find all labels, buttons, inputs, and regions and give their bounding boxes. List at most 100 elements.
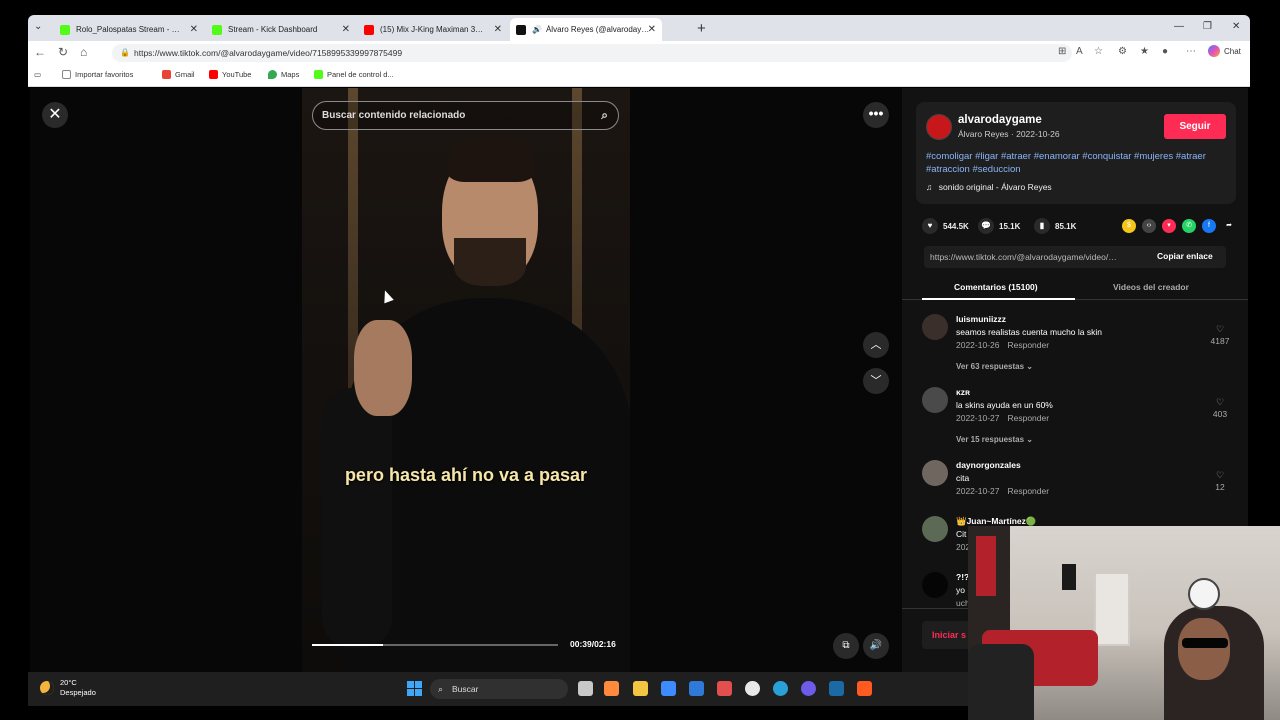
file-explorer-icon[interactable]: [633, 681, 648, 696]
bookmarks-menu-icon[interactable]: ▭: [34, 70, 41, 79]
chat-button[interactable]: Chat: [1208, 45, 1241, 57]
comment-username[interactable]: luismuniizzz: [956, 314, 1006, 324]
tab-youtube[interactable]: (15) Mix J-King Maximan 3 - Jlv - Y ✕: [358, 18, 508, 41]
view-replies-button[interactable]: Ver 15 respuestas ⌄: [956, 435, 1033, 444]
comment-button[interactable]: 💬 15.1K: [978, 218, 1020, 234]
comment-avatar[interactable]: [922, 460, 948, 486]
save-button[interactable]: ▮ 85.1K: [1034, 218, 1076, 234]
bookmark-import[interactable]: Importar favoritos: [62, 70, 133, 79]
task-view-icon[interactable]: [578, 681, 593, 696]
bookmark-label: YouTube: [222, 70, 252, 79]
share-coin-icon[interactable]: $: [1122, 219, 1136, 233]
author-avatar[interactable]: [926, 114, 952, 140]
minimize-icon[interactable]: —: [1174, 21, 1184, 32]
favorite-star-icon[interactable]: ☆: [1094, 46, 1103, 57]
profile-avatar-icon[interactable]: ●: [1162, 46, 1168, 57]
taskbar-search-placeholder: Buscar: [452, 684, 479, 694]
comment-username[interactable]: daynorgonzales: [956, 460, 1021, 470]
floating-player-button[interactable]: ⧉: [833, 633, 859, 659]
weather-widget[interactable]: 20°C Despejado: [40, 678, 96, 698]
whatsapp-icon[interactable]: ✆: [1182, 219, 1196, 233]
video-time: 00:39/02:16: [570, 639, 616, 649]
back-icon[interactable]: ←: [34, 45, 46, 59]
reply-button[interactable]: Responder: [1007, 340, 1049, 350]
extensions-icon[interactable]: ⚙: [1118, 46, 1127, 57]
like-button[interactable]: ♥ 544.5K: [922, 218, 969, 234]
url-text: https://www.tiktok.com/@alvarodaygame/vi…: [134, 48, 403, 58]
author-username[interactable]: alvarodaygame: [958, 114, 1042, 126]
previous-video-button[interactable]: ︿: [863, 332, 889, 358]
panel-tabs: Comentarios (15100) Videos del creador: [902, 276, 1248, 300]
related-search-input[interactable]: Buscar contenido relacionado ⌕: [312, 101, 619, 130]
comment-like-button[interactable]: ♡ 403: [1208, 397, 1232, 419]
reply-button[interactable]: Responder: [1007, 486, 1049, 496]
comment-avatar[interactable]: [922, 314, 948, 340]
tab-close-icon[interactable]: ✕: [648, 24, 656, 35]
copilot-app-icon[interactable]: [604, 681, 619, 696]
tab-list-icon[interactable]: ⌄: [34, 21, 42, 32]
comment-avatar[interactable]: [922, 516, 948, 542]
edge-icon[interactable]: [773, 681, 788, 696]
tab-tiktok[interactable]: 🔊 Álvaro Reyes (@alvarodaygam ✕: [510, 18, 662, 41]
follow-button[interactable]: Seguir: [1164, 114, 1226, 139]
obs-app-icon[interactable]: [857, 681, 872, 696]
facebook-icon[interactable]: f: [1202, 219, 1216, 233]
bookmark-kick-panel[interactable]: Panel de control d...: [314, 70, 394, 79]
comment-like-button[interactable]: ♡ 4187: [1208, 324, 1232, 346]
bookmark-gmail[interactable]: Gmail: [162, 70, 195, 79]
reload-icon[interactable]: ↻: [58, 45, 68, 59]
comment-like-count: 12: [1215, 482, 1225, 492]
window-close-icon[interactable]: ✕: [1232, 21, 1240, 32]
close-video-button[interactable]: ✕: [42, 102, 68, 128]
engagement-stats: ♥ 544.5K 💬 15.1K ▮ 85.1K $ ‹› ▾ ✆ f ➦: [922, 218, 1242, 236]
comment-like-button[interactable]: ♡ 12: [1208, 470, 1232, 492]
translate-icon[interactable]: A: [1076, 46, 1083, 57]
new-tab-icon[interactable]: +: [697, 20, 706, 37]
windows-start-icon[interactable]: [407, 681, 422, 696]
tab-close-icon[interactable]: ✕: [494, 24, 502, 35]
share-arrow-icon[interactable]: ➦: [1222, 219, 1236, 233]
comment-username[interactable]: ᴋᴢʀ: [956, 387, 970, 397]
more-options-button[interactable]: •••: [863, 102, 889, 128]
tab-kick-dashboard[interactable]: Stream - Kick Dashboard ✕: [206, 18, 356, 41]
more-menu-icon[interactable]: ⋯: [1186, 46, 1196, 57]
maximize-icon[interactable]: ❐: [1203, 21, 1212, 32]
mail-app-icon[interactable]: [689, 681, 704, 696]
tab-close-icon[interactable]: ✕: [342, 24, 350, 35]
sound-link[interactable]: ♫ sonido original - Álvaro Reyes: [926, 182, 1052, 192]
comment-meta: 2022-10-26 Responder: [956, 340, 1049, 350]
chrome-icon[interactable]: [745, 681, 760, 696]
apps-icon[interactable]: ⊞: [1058, 46, 1066, 57]
video-link-text[interactable]: https://www.tiktok.com/@alvarodaygame/vi…: [930, 252, 1120, 262]
comment-avatar[interactable]: [922, 387, 948, 413]
discord-icon[interactable]: [801, 681, 816, 696]
search-icon[interactable]: ⌕: [601, 102, 608, 129]
microsoft-store-icon[interactable]: [661, 681, 676, 696]
embed-code-icon[interactable]: ‹›: [1142, 219, 1156, 233]
tab-creator-videos[interactable]: Videos del creador: [1113, 282, 1189, 292]
favorites-icon[interactable]: ★: [1140, 46, 1149, 57]
home-icon[interactable]: ⌂: [80, 45, 87, 59]
tab-close-icon[interactable]: ✕: [190, 24, 198, 35]
tab-comments[interactable]: Comentarios (15100): [954, 282, 1038, 292]
comment-text: yo: [956, 585, 965, 595]
send-to-friends-icon[interactable]: ▾: [1162, 219, 1176, 233]
view-replies-button[interactable]: Ver 63 respuestas ⌄: [956, 362, 1033, 371]
reply-button[interactable]: Responder: [1007, 413, 1049, 423]
bookmark-maps[interactable]: Maps: [268, 70, 299, 79]
video-progress-bar[interactable]: [312, 644, 558, 646]
video-hashtags[interactable]: #comoligar #ligar #atraer #enamorar #con…: [926, 150, 1234, 176]
steam-icon[interactable]: [829, 681, 844, 696]
tab-label: Rolo_Palospatas Stream - Watch Li: [76, 25, 180, 34]
tab-kick-stream[interactable]: Rolo_Palospatas Stream - Watch Li ✕: [54, 18, 204, 41]
volume-button[interactable]: 🔊: [863, 633, 889, 659]
next-video-button[interactable]: ﹀: [863, 368, 889, 394]
media-app-icon[interactable]: [717, 681, 732, 696]
video-player[interactable]: [302, 88, 630, 672]
copy-link-button[interactable]: Copiar enlace: [1157, 251, 1213, 261]
taskbar-search-input[interactable]: ⌕ Buscar: [430, 679, 568, 699]
comment-avatar[interactable]: [922, 572, 948, 598]
address-bar[interactable]: 🔒 https://www.tiktok.com/@alvarodaygame/…: [112, 44, 1072, 62]
active-tab-indicator: [922, 298, 1075, 300]
bookmark-youtube[interactable]: YouTube: [209, 70, 251, 79]
